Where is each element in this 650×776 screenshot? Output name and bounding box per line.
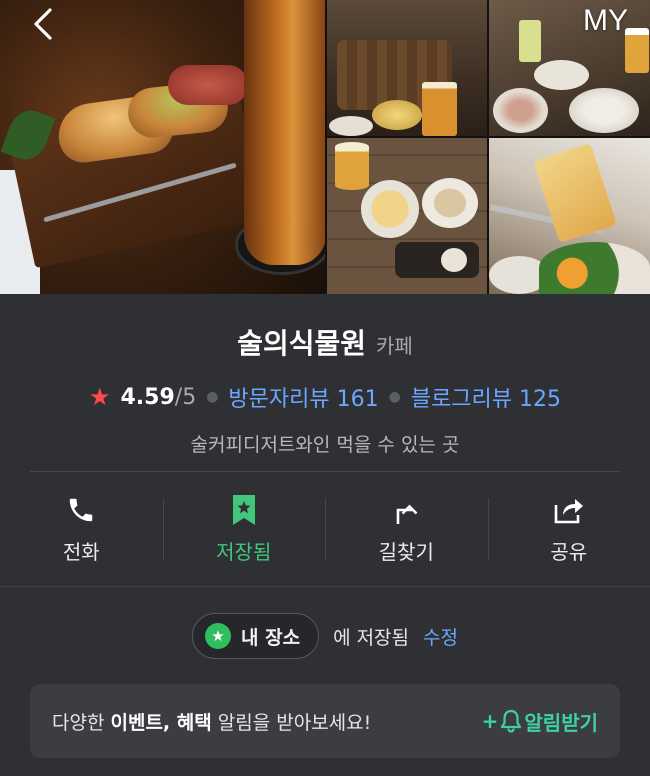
back-icon — [34, 8, 52, 40]
directions-label: 길찾기 — [378, 539, 434, 564]
bookmark-star-icon — [228, 494, 260, 526]
call-button[interactable]: 전화 — [0, 472, 163, 586]
banner-text-post: 알림을 받아보세요! — [211, 711, 372, 734]
bell-icon — [501, 709, 522, 733]
place-info: 술의식물원 카페 ★ 4.59/5 ● 방문자리뷰 161 ● 블로그리뷰 12… — [0, 294, 650, 458]
get-alerts-button[interactable]: + 알림받기 — [482, 707, 598, 736]
star-icon: ★ — [205, 623, 231, 649]
save-label: 저장됨 — [216, 539, 272, 564]
my-button[interactable]: MY — [583, 4, 628, 38]
save-button[interactable]: 저장됨 — [162, 472, 326, 586]
star-icon: ★ — [88, 383, 111, 411]
place-description: 술커피디저트와인 먹을 수 있는 곳 — [190, 434, 460, 456]
plus-text: + — [481, 709, 499, 733]
visitor-review-link[interactable]: 방문자리뷰 161 — [228, 381, 378, 413]
photo-thumb-4[interactable] — [489, 138, 650, 294]
saved-status-row: ★ 내 장소 에 저장됨 수정 — [0, 612, 650, 660]
directions-button[interactable]: 길찾기 — [325, 472, 488, 586]
place-category: 카페 — [376, 334, 413, 358]
place-name: 술의식물원 — [237, 327, 366, 360]
banner-text: 다양한 이벤트, 혜택 알림을 받아보세요! — [52, 708, 371, 735]
back-button[interactable] — [28, 6, 64, 42]
divider — [0, 586, 650, 587]
call-label: 전화 — [62, 539, 100, 564]
separator-dot: ● — [388, 389, 401, 405]
share-label: 공유 — [550, 539, 588, 564]
phone-icon — [65, 494, 97, 526]
blog-review-link[interactable]: 블로그리뷰 125 — [411, 381, 561, 413]
get-alerts-label: 알림받기 — [524, 710, 598, 735]
banner-text-bold: 이벤트, 혜택 — [110, 711, 212, 734]
photo-thumb-1[interactable] — [327, 0, 487, 136]
banner-text-pre: 다양한 — [52, 711, 111, 734]
saved-folder-chip[interactable]: ★ 내 장소 — [192, 613, 320, 659]
separator-dot: ● — [206, 389, 219, 405]
photo-gallery[interactable]: MY — [0, 0, 650, 294]
notification-banner: 다양한 이벤트, 혜택 알림을 받아보세요! + 알림받기 — [30, 684, 620, 758]
photo-thumb-3[interactable] — [327, 138, 487, 294]
rating-score: 4.59 — [120, 384, 175, 410]
directions-arrow-icon — [390, 494, 422, 526]
rating-max: /5 — [174, 384, 197, 410]
share-icon — [553, 494, 585, 526]
saved-status-text: 에 저장됨 — [333, 626, 410, 649]
edit-saved-link[interactable]: 수정 — [423, 623, 458, 650]
saved-folder-label: 내 장소 — [241, 626, 301, 649]
share-button[interactable]: 공유 — [487, 472, 650, 586]
photo-main[interactable] — [0, 0, 325, 294]
action-bar: 전화 저장됨 길찾기 공유 — [0, 472, 650, 586]
